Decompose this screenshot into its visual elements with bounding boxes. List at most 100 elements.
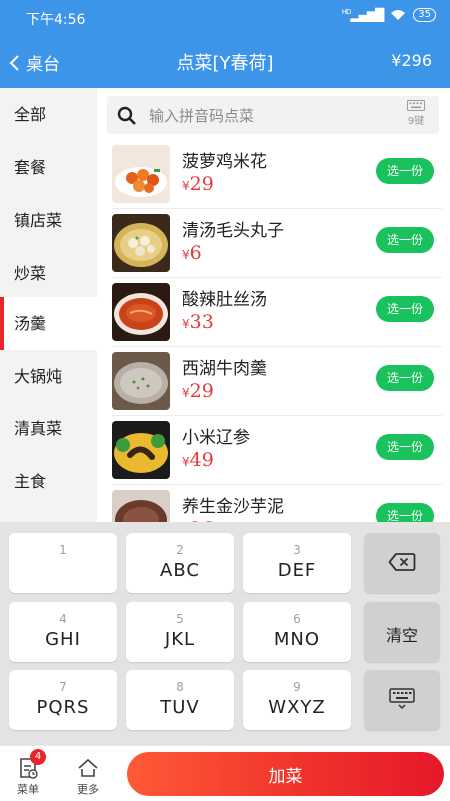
currency-symbol: ¥ — [182, 248, 190, 262]
category-item-signature[interactable]: 镇店菜 — [0, 194, 97, 247]
dish-row: 菠萝鸡米花 ¥29 选一份 — [103, 140, 442, 209]
select-one-button[interactable]: 选一份 — [376, 503, 434, 522]
price-value: 29 — [189, 173, 214, 195]
key-letters: MNO — [273, 629, 321, 650]
category-sidebar: 全部 套餐 镇店菜 炒菜 汤羹 大锅炖 清真菜 主食 — [0, 88, 97, 522]
key-letters: GHI — [45, 629, 81, 650]
t9-keypad: 1 2 ABC 3 DEF 4 GHI 5 JKL 6 MNO 清空 7 PQR… — [0, 522, 450, 745]
dish-price: ¥29 — [182, 380, 214, 402]
battery-icon: 35 — [413, 8, 436, 22]
dish-row: 西湖牛肉羹 ¥29 选一份 — [103, 347, 442, 416]
keyboard-hide-icon — [389, 688, 415, 710]
search-icon — [117, 106, 136, 125]
status-bar: 下午4:56 HD▂▄▆█ 35 — [0, 0, 450, 36]
key-letters: TUV — [160, 697, 200, 718]
dish-price: ¥33 — [182, 311, 214, 333]
key-3[interactable]: 3 DEF — [243, 533, 351, 593]
key-letters: PQRS — [36, 697, 90, 718]
dish-name: 酸辣肚丝汤 — [182, 290, 267, 310]
wifi-icon — [391, 10, 406, 20]
category-item-all[interactable]: 全部 — [0, 88, 97, 141]
dish-row: 小米辽参 ¥49 选一份 — [103, 416, 442, 485]
dish-price: ¥29 — [182, 173, 214, 195]
price-value: 33 — [189, 311, 214, 333]
key-5[interactable]: 5 JKL — [126, 602, 234, 662]
key-2[interactable]: 2 ABC — [126, 533, 234, 593]
key-digit: 3 — [293, 543, 301, 557]
key-letters: WXYZ — [268, 697, 326, 718]
network-type: HD — [341, 8, 352, 16]
key-digit: 5 — [176, 612, 184, 626]
dish-row: 养生金沙芋泥 ¥26 选一份 — [103, 485, 442, 522]
dish-photo — [112, 490, 170, 522]
page-title: 点菜[Y春荷] — [176, 53, 274, 74]
dish-name: 西湖牛肉羹 — [182, 359, 267, 379]
dish-photo — [112, 283, 170, 341]
key-digit: 6 — [293, 612, 301, 626]
menu-tab-label: 菜单 — [17, 783, 39, 796]
clear-key[interactable]: 清空 — [364, 602, 440, 662]
select-one-button[interactable]: 选一份 — [376, 365, 434, 391]
key-digit: 9 — [293, 680, 301, 694]
dish-name: 养生金沙芋泥 — [182, 497, 284, 517]
clear-label: 清空 — [385, 626, 418, 645]
dish-photo — [112, 145, 170, 203]
status-icons: HD▂▄▆█ 35 — [342, 8, 436, 22]
currency-symbol: ¥ — [182, 455, 190, 469]
select-one-button[interactable]: 选一份 — [376, 296, 434, 322]
dish-photo — [112, 352, 170, 410]
order-total: ¥296 — [391, 51, 432, 70]
category-item-set-meal[interactable]: 套餐 — [0, 141, 97, 194]
key-digit: 2 — [176, 543, 184, 557]
category-item-staple[interactable]: 主食 — [0, 455, 97, 508]
backspace-icon — [388, 553, 416, 571]
price-value: 49 — [189, 449, 214, 471]
bottom-bar: 菜单 4 更多 加菜 — [0, 745, 450, 801]
dish-price: ¥6 — [182, 242, 202, 264]
dish-row: 酸辣肚丝汤 ¥33 选一份 — [103, 278, 442, 347]
key-digit: 4 — [59, 612, 67, 626]
more-tab[interactable]: 更多 — [60, 746, 116, 801]
key-6[interactable]: 6 MNO — [243, 602, 351, 662]
keyboard-mode-toggle[interactable]: 9键 — [401, 100, 431, 127]
dish-list-panel: 9键 菠萝鸡米花 ¥29 选一份 清汤毛头丸子 ¥6 选一份 酸辣肚丝汤 ¥33… — [97, 88, 450, 522]
key-digit: 1 — [59, 543, 67, 557]
delete-key[interactable] — [364, 533, 440, 593]
currency-symbol: ¥ — [182, 386, 190, 400]
dish-price: ¥49 — [182, 449, 214, 471]
signal-icon: HD▂▄▆█ — [341, 8, 385, 22]
select-one-button[interactable]: 选一份 — [376, 227, 434, 253]
price-value: 29 — [189, 380, 214, 402]
dish-name: 菠萝鸡米花 — [182, 152, 267, 172]
dish-row: 清汤毛头丸子 ¥6 选一份 — [103, 209, 442, 278]
search-bar: 9键 — [107, 96, 439, 134]
key-9[interactable]: 9 WXYZ — [243, 670, 351, 730]
currency-symbol: ¥ — [182, 317, 190, 331]
key-7[interactable]: 7 PQRS — [9, 670, 117, 730]
key-8[interactable]: 8 TUV — [126, 670, 234, 730]
dish-name: 清汤毛头丸子 — [182, 221, 284, 241]
key-4[interactable]: 4 GHI — [9, 602, 117, 662]
more-tab-label: 更多 — [77, 783, 99, 796]
keyboard-mode-label: 9键 — [407, 116, 425, 127]
key-digit: 7 — [59, 680, 67, 694]
keyboard-icon — [407, 100, 425, 111]
key-digit: 8 — [176, 680, 184, 694]
category-item-halal[interactable]: 清真菜 — [0, 402, 97, 455]
dish-name: 小米辽参 — [182, 428, 250, 448]
category-item-stew[interactable]: 大锅炖 — [0, 350, 97, 403]
add-dish-button[interactable]: 加菜 — [127, 752, 444, 796]
key-letters: DEF — [277, 560, 317, 581]
select-one-button[interactable]: 选一份 — [376, 158, 434, 184]
category-item-stir-fry[interactable]: 炒菜 — [0, 247, 97, 300]
search-input[interactable] — [147, 102, 391, 130]
price-value: 6 — [189, 242, 202, 264]
nav-bar: 桌台 点菜[Y春荷] ¥296 — [0, 36, 450, 88]
select-one-button[interactable]: 选一份 — [376, 434, 434, 460]
key-1[interactable]: 1 — [9, 533, 117, 593]
dish-photo — [112, 214, 170, 272]
menu-tab[interactable]: 菜单 4 — [0, 746, 56, 801]
key-letters: JKL — [164, 629, 196, 650]
category-item-soup[interactable]: 汤羹 — [0, 297, 97, 350]
hide-keyboard-key[interactable] — [364, 670, 440, 730]
